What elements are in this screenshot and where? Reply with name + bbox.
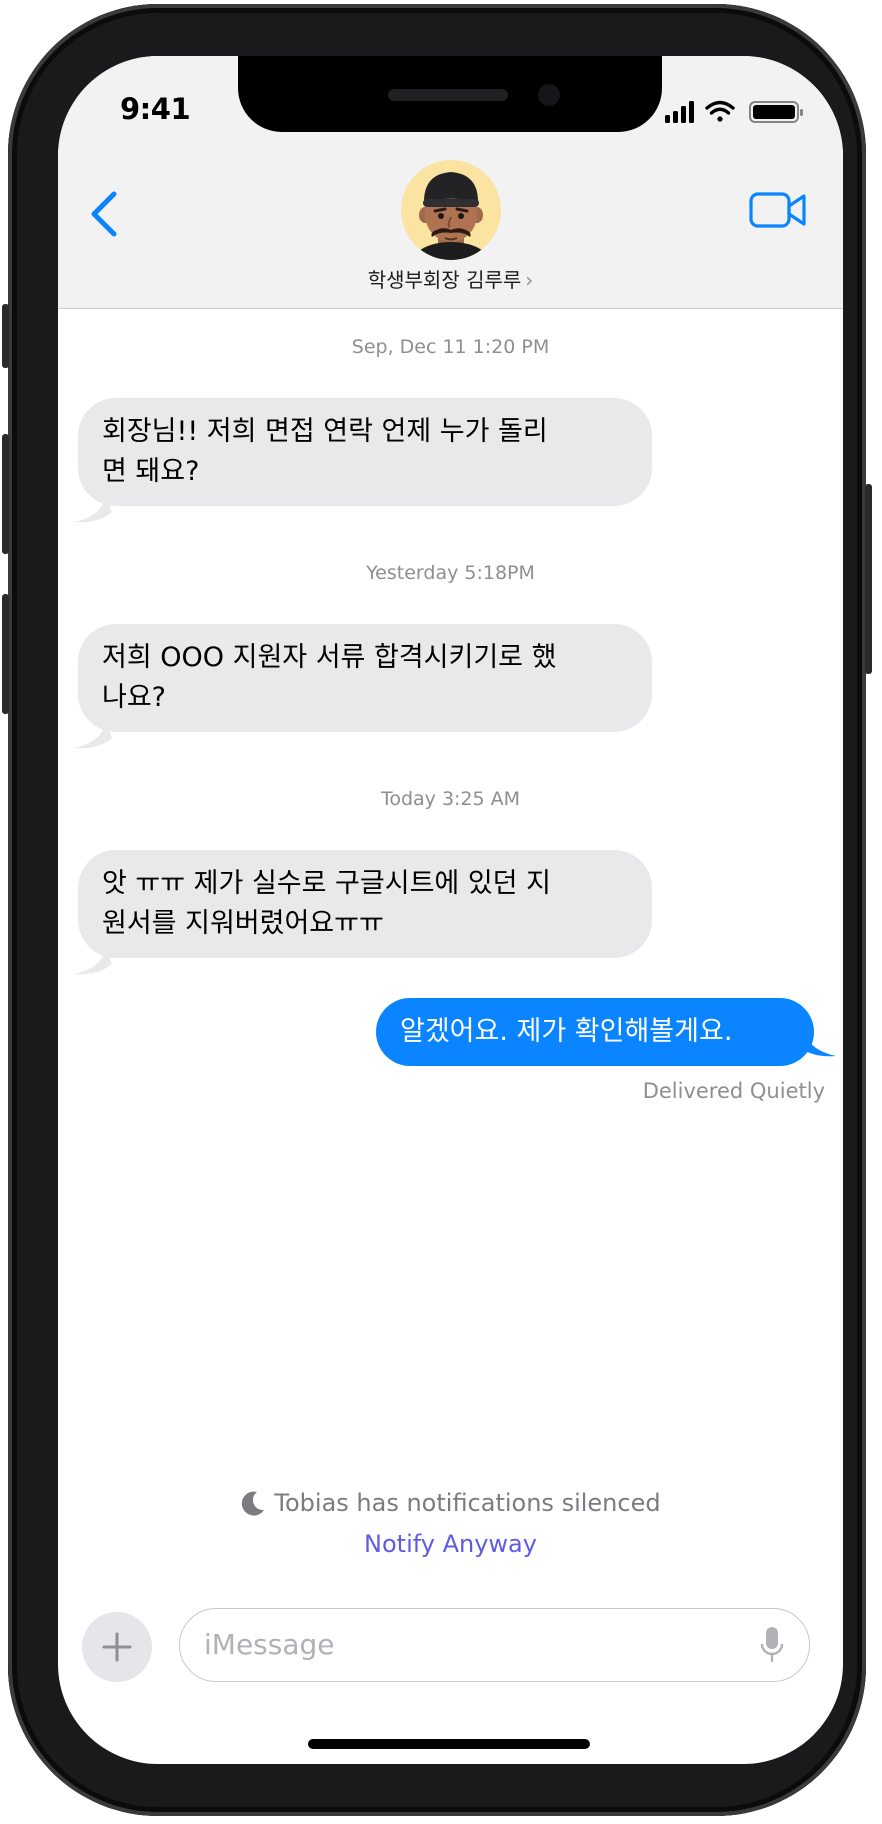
memoji-avatar-icon	[411, 172, 491, 260]
wifi-icon	[705, 100, 735, 122]
microphone-icon[interactable]	[761, 1626, 783, 1664]
battery-icon	[749, 101, 803, 123]
status-time: 9:41	[120, 92, 191, 126]
notify-anyway-link[interactable]: Notify Anyway	[58, 1530, 843, 1558]
message-line: 회장님!! 저희 면접 연락 언제 누가 돌리	[102, 416, 548, 447]
apps-button[interactable]	[82, 1612, 152, 1682]
notch	[238, 56, 662, 132]
chevron-left-icon	[91, 191, 117, 237]
moon-icon	[242, 1491, 265, 1516]
input-placeholder: iMessage	[204, 1628, 335, 1661]
timestamp: Sep, Dec 11 1:20 PM	[351, 336, 550, 358]
incoming-message[interactable]: 회장님!! 저희 면접 연락 언제 누가 돌리 면 돼요?	[78, 398, 652, 506]
timestamp: Yesterday 5:18PM	[366, 562, 535, 584]
status-icons	[665, 100, 803, 123]
delivery-status: Delivered Quietly	[642, 1079, 825, 1103]
contact-avatar[interactable]	[401, 160, 501, 260]
message-line: 앗 ㅠㅠ 제가 실수로 구글시트에 있던 지	[102, 868, 551, 899]
mute-switch	[2, 304, 9, 368]
back-button[interactable]	[84, 186, 128, 242]
phone-frame: 9:41 학생부회장 김루루 › Sep, Dec 11 1:20 PM 회장님…	[2, 4, 872, 1816]
screen: 9:41 학생부회장 김루루 › Sep, Dec 11 1:20 PM 회장님…	[58, 56, 843, 1764]
message-line: 저희 OOO 지원자 서류 합격시키기로 했	[102, 642, 557, 673]
cellular-signal-icon	[665, 101, 694, 123]
focus-notice-text: Tobias has notifications silenced	[274, 1489, 661, 1517]
incoming-message[interactable]: 저희 OOO 지원자 서류 합격시키기로 했 나요?	[78, 624, 652, 732]
speaker-grille	[388, 89, 508, 101]
message-line: 원서를 지워버렸어요ㅠㅠ	[102, 908, 384, 939]
plus-icon	[102, 1632, 132, 1662]
video-call-button[interactable]	[749, 190, 807, 230]
video-camera-icon	[749, 192, 806, 228]
incoming-message[interactable]: 앗 ㅠㅠ 제가 실수로 구글시트에 있던 지 원서를 지워버렸어요ㅠㅠ	[78, 850, 652, 958]
front-camera	[538, 84, 560, 106]
message-input[interactable]: iMessage	[179, 1608, 810, 1682]
timestamp: Today 3:25 AM	[380, 788, 521, 810]
contact-name: 학생부회장 김루루	[367, 268, 522, 292]
message-line: 나요?	[102, 682, 167, 713]
focus-notice: Tobias has notifications silenced	[58, 1489, 843, 1517]
message-line: 면 돼요?	[102, 456, 200, 487]
home-indicator[interactable]	[308, 1739, 590, 1749]
volume-down-button	[2, 594, 9, 714]
outgoing-message[interactable]: 알겠어요. 제가 확인해볼게요.	[376, 998, 814, 1066]
message-line: 알겠어요. 제가 확인해볼게요.	[400, 1016, 733, 1047]
contact-name-button[interactable]: 학생부회장 김루루 ›	[58, 264, 843, 293]
volume-up-button	[2, 434, 9, 554]
power-button	[865, 484, 872, 674]
chevron-right-icon: ›	[525, 268, 534, 292]
